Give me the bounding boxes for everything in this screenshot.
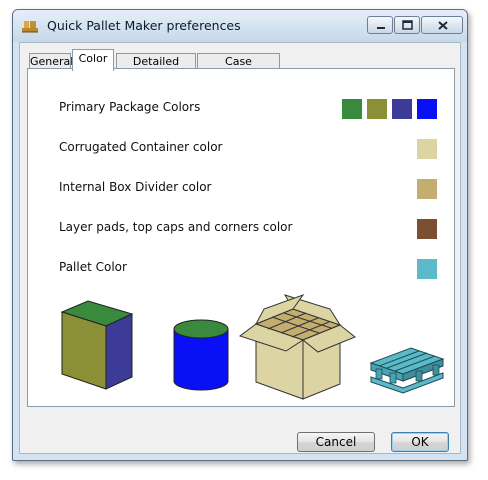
close-icon: [438, 21, 448, 30]
minimize-icon: [377, 27, 385, 29]
box-illustration: [60, 300, 134, 390]
maximize-icon: [402, 20, 413, 30]
tab-color-label: Color: [78, 52, 108, 65]
cylinder-illustration: [173, 319, 229, 391]
close-button[interactable]: [421, 16, 463, 34]
preferences-window: Quick Pallet Maker preferences General C…: [12, 9, 468, 461]
pallet-illustration: [369, 347, 445, 394]
open-case-illustration: [238, 293, 356, 400]
color-tab-panel: Primary Package Colors Corrugated Contai…: [27, 68, 455, 407]
minimize-button[interactable]: [367, 16, 393, 34]
pallet-app-icon: [22, 21, 38, 33]
cancel-button[interactable]: Cancel: [297, 432, 375, 452]
preview-illustrations: [60, 293, 445, 400]
tab-color[interactable]: Color: [72, 49, 114, 71]
tab-general-label: General: [30, 55, 74, 68]
title-bar[interactable]: Quick Pallet Maker preferences: [13, 10, 467, 42]
window-title: Quick Pallet Maker preferences: [47, 18, 241, 33]
maximize-button[interactable]: [394, 16, 420, 34]
ok-button[interactable]: OK: [391, 432, 449, 452]
